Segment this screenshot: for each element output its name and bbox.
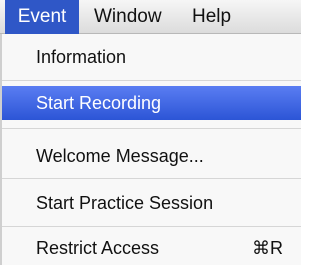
event-menu-dropdown: Information Start Recording Welcome Mess… — [2, 34, 301, 265]
menu-bar: Event Window Help — [0, 0, 301, 34]
menu-item-label: Information — [36, 47, 127, 67]
menu-separator — [2, 226, 301, 227]
menu-item-label: Restrict Access — [36, 238, 160, 258]
menubar-help[interactable]: Help — [184, 0, 239, 34]
menu-separator — [2, 80, 301, 81]
menu-item-restrict-access[interactable]: Restrict Access ⌘R — [2, 231, 301, 265]
menu-separator — [2, 128, 301, 129]
menu-item-label: Start Recording — [36, 93, 162, 113]
keyboard-shortcut: ⌘R — [252, 238, 283, 258]
menu-separator — [2, 178, 301, 179]
screenshot-frame: Event Window Help Information Start Reco… — [0, 0, 301, 265]
menu-item-label: Welcome Message... — [36, 146, 204, 166]
menubar-event[interactable]: Event — [5, 0, 79, 34]
menu-item-start-practice-session[interactable]: Start Practice Session — [2, 186, 301, 220]
menu-item-information[interactable]: Information — [2, 40, 301, 74]
menu-item-label: Start Practice Session — [36, 193, 214, 213]
menu-item-welcome-message[interactable]: Welcome Message... — [2, 139, 301, 173]
menubar-window[interactable]: Window — [86, 0, 170, 34]
menu-item-start-recording[interactable]: Start Recording — [2, 86, 301, 120]
